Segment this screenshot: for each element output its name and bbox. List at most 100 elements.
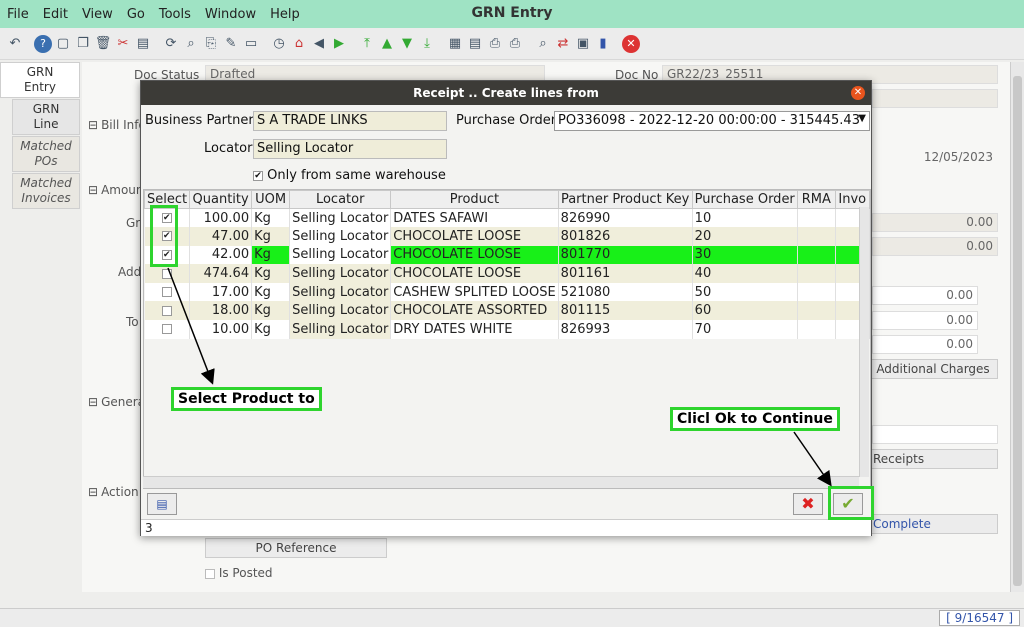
locator-cell[interactable]: Selling Locator <box>289 264 392 283</box>
tab-matched-pos[interactable]: Matched POs <box>12 136 80 172</box>
amount-field-2: 0.00 <box>872 237 998 256</box>
grid-vertical-scrollbar[interactable] <box>859 207 869 477</box>
history-icon[interactable]: ◷ <box>270 35 288 53</box>
menu-help[interactable]: Help <box>263 7 307 22</box>
quantity-cell[interactable]: 17.00 <box>189 282 253 302</box>
description-field[interactable] <box>872 89 998 108</box>
business-partner-field[interactable]: S A TRADE LINKS <box>253 111 447 131</box>
status-bar: [ 9/16547 ] <box>0 608 1024 627</box>
back-icon[interactable]: ◀ <box>310 35 328 53</box>
table-row[interactable]: ✔ 47.00 Kg Selling Locator CHOCOLATE LOO… <box>144 227 870 246</box>
menu-window[interactable]: Window <box>198 7 263 22</box>
quantity-cell[interactable]: 42.00 <box>189 245 253 265</box>
undo-icon[interactable]: ↶ <box>6 35 24 53</box>
row-select-checkbox[interactable] <box>161 305 172 316</box>
tab-grn-line[interactable]: GRN Line <box>12 99 80 135</box>
attachment-icon[interactable]: ⎘ <box>202 35 220 53</box>
last-record-icon[interactable]: ⤓ <box>418 35 436 53</box>
po-reference-button[interactable]: PO Reference <box>205 538 387 558</box>
locator-cell[interactable]: Selling Locator <box>289 245 392 265</box>
preferences-button[interactable]: ▤ <box>147 493 177 515</box>
date-field[interactable]: 12/05/2023 <box>872 148 998 167</box>
column-invoice[interactable]: Invo <box>834 190 870 209</box>
next-record-icon[interactable]: ▼ <box>398 35 416 53</box>
column-purchase-order[interactable]: Purchase Order <box>691 190 798 209</box>
product-info-icon[interactable]: ▮ <box>594 35 612 53</box>
amount-field-5[interactable]: 0.00 <box>872 335 978 354</box>
report-icon[interactable]: ▦ <box>446 35 464 53</box>
amount-field-3[interactable]: 0.00 <box>872 286 978 305</box>
delete-icon[interactable]: 🗑 <box>94 35 112 53</box>
print-icon[interactable]: ⎙ <box>506 35 524 53</box>
help-icon[interactable]: ? <box>34 34 52 53</box>
cancel-button[interactable]: ✖ <box>793 493 823 515</box>
table-row[interactable]: ✔ 100.00 Kg Selling Locator DATES SAFAWI… <box>144 208 870 228</box>
archive-icon[interactable]: ▤ <box>466 35 484 53</box>
column-locator[interactable]: Locator <box>289 190 392 209</box>
menu-view[interactable]: View <box>75 7 120 22</box>
section-bill-info[interactable]: Bill Info <box>88 118 146 132</box>
copy-icon[interactable]: ❐ <box>74 35 92 53</box>
home-icon[interactable]: ⌂ <box>290 35 308 53</box>
quantity-cell[interactable]: 10.00 <box>189 320 253 339</box>
column-rma[interactable]: RMA <box>796 190 836 209</box>
menu-edit[interactable]: Edit <box>36 7 75 22</box>
quantity-cell[interactable]: 18.00 <box>189 301 253 321</box>
row-select-checkbox[interactable] <box>161 268 172 279</box>
zoom-across-icon[interactable]: ⌕ <box>534 35 552 53</box>
uom-cell: Kg <box>251 208 291 228</box>
menu-file[interactable]: File <box>0 7 36 22</box>
receipts-button[interactable]: Receipts <box>868 449 998 469</box>
is-posted-checkbox[interactable]: Is Posted <box>205 566 273 580</box>
table-row[interactable]: 18.00 Kg Selling Locator CHOCOLATE ASSOR… <box>144 301 870 321</box>
table-row[interactable]: 474.64 Kg Selling Locator CHOCOLATE LOOS… <box>144 264 870 283</box>
quantity-cell[interactable]: 47.00 <box>189 227 253 246</box>
refresh-icon[interactable]: ⟳ <box>162 35 180 53</box>
additional-charges-button[interactable]: Additional Charges <box>868 359 998 379</box>
chat-icon[interactable]: ✎ <box>222 35 240 53</box>
amount-field-4[interactable]: 0.00 <box>872 311 978 330</box>
grid-toggle-icon[interactable]: ▭ <box>242 35 260 53</box>
grid-horizontal-scrollbar[interactable] <box>143 476 859 488</box>
locator-cell[interactable]: Selling Locator <box>289 320 392 339</box>
complete-button[interactable]: Complete <box>868 514 998 534</box>
general-select[interactable] <box>872 425 998 444</box>
table-row-selected[interactable]: ✔ 42.00 Kg Selling Locator CHOCOLATE LOO… <box>144 245 870 265</box>
column-quantity[interactable]: Quantity <box>189 190 253 209</box>
quantity-cell[interactable]: 474.64 <box>189 264 253 283</box>
menu-tools[interactable]: Tools <box>152 7 198 22</box>
row-select-checkbox[interactable] <box>161 287 172 298</box>
column-uom[interactable]: UOM <box>251 190 291 209</box>
new-icon[interactable]: ▢ <box>54 35 72 53</box>
column-partner-product-key[interactable]: Partner Product Key <box>557 190 693 209</box>
locator-cell[interactable]: Selling Locator <box>289 301 392 321</box>
table-row[interactable]: 17.00 Kg Selling Locator CASHEW SPLITED … <box>144 282 870 302</box>
tab-grn-entry[interactable]: GRN Entry <box>0 62 80 98</box>
locator-cell[interactable]: Selling Locator <box>289 227 392 246</box>
first-record-icon[interactable]: ⤒ <box>358 35 376 53</box>
cancel-icon[interactable]: ✂ <box>114 35 132 53</box>
row-select-checkbox[interactable] <box>161 324 172 335</box>
table-row[interactable]: 10.00 Kg Selling Locator DRY DATES WHITE… <box>144 320 870 339</box>
section-action[interactable]: Action <box>88 485 139 499</box>
forward-icon[interactable]: ▶ <box>330 35 348 53</box>
form-vertical-scrollbar[interactable] <box>1010 62 1024 592</box>
previous-record-icon[interactable]: ▲ <box>378 35 396 53</box>
locator-cell[interactable]: Selling Locator <box>289 282 392 302</box>
same-warehouse-checkbox[interactable]: ✔ Only from same warehouse <box>253 168 446 183</box>
column-product[interactable]: Product <box>390 190 559 209</box>
locator-cell[interactable]: Selling Locator <box>289 208 392 228</box>
to-label: To <box>126 315 139 329</box>
locator-field[interactable]: Selling Locator <box>253 139 447 159</box>
tab-matched-invoices[interactable]: Matched Invoices <box>12 173 80 209</box>
process-icon[interactable]: ⇄ <box>554 35 572 53</box>
save-icon[interactable]: ▤ <box>134 35 152 53</box>
find-icon[interactable]: ⌕ <box>182 35 200 53</box>
purchase-order-select[interactable]: PO336098 - 2022-12-20 00:00:00 - 315445.… <box>554 111 870 131</box>
workflow-icon[interactable]: ▣ <box>574 35 592 53</box>
print-preview-icon[interactable]: ⎙ <box>486 35 504 53</box>
close-icon[interactable]: ✕ <box>851 86 865 100</box>
exit-icon[interactable]: ✕ <box>622 34 640 53</box>
quantity-cell[interactable]: 100.00 <box>189 208 253 228</box>
menu-go[interactable]: Go <box>120 7 152 22</box>
